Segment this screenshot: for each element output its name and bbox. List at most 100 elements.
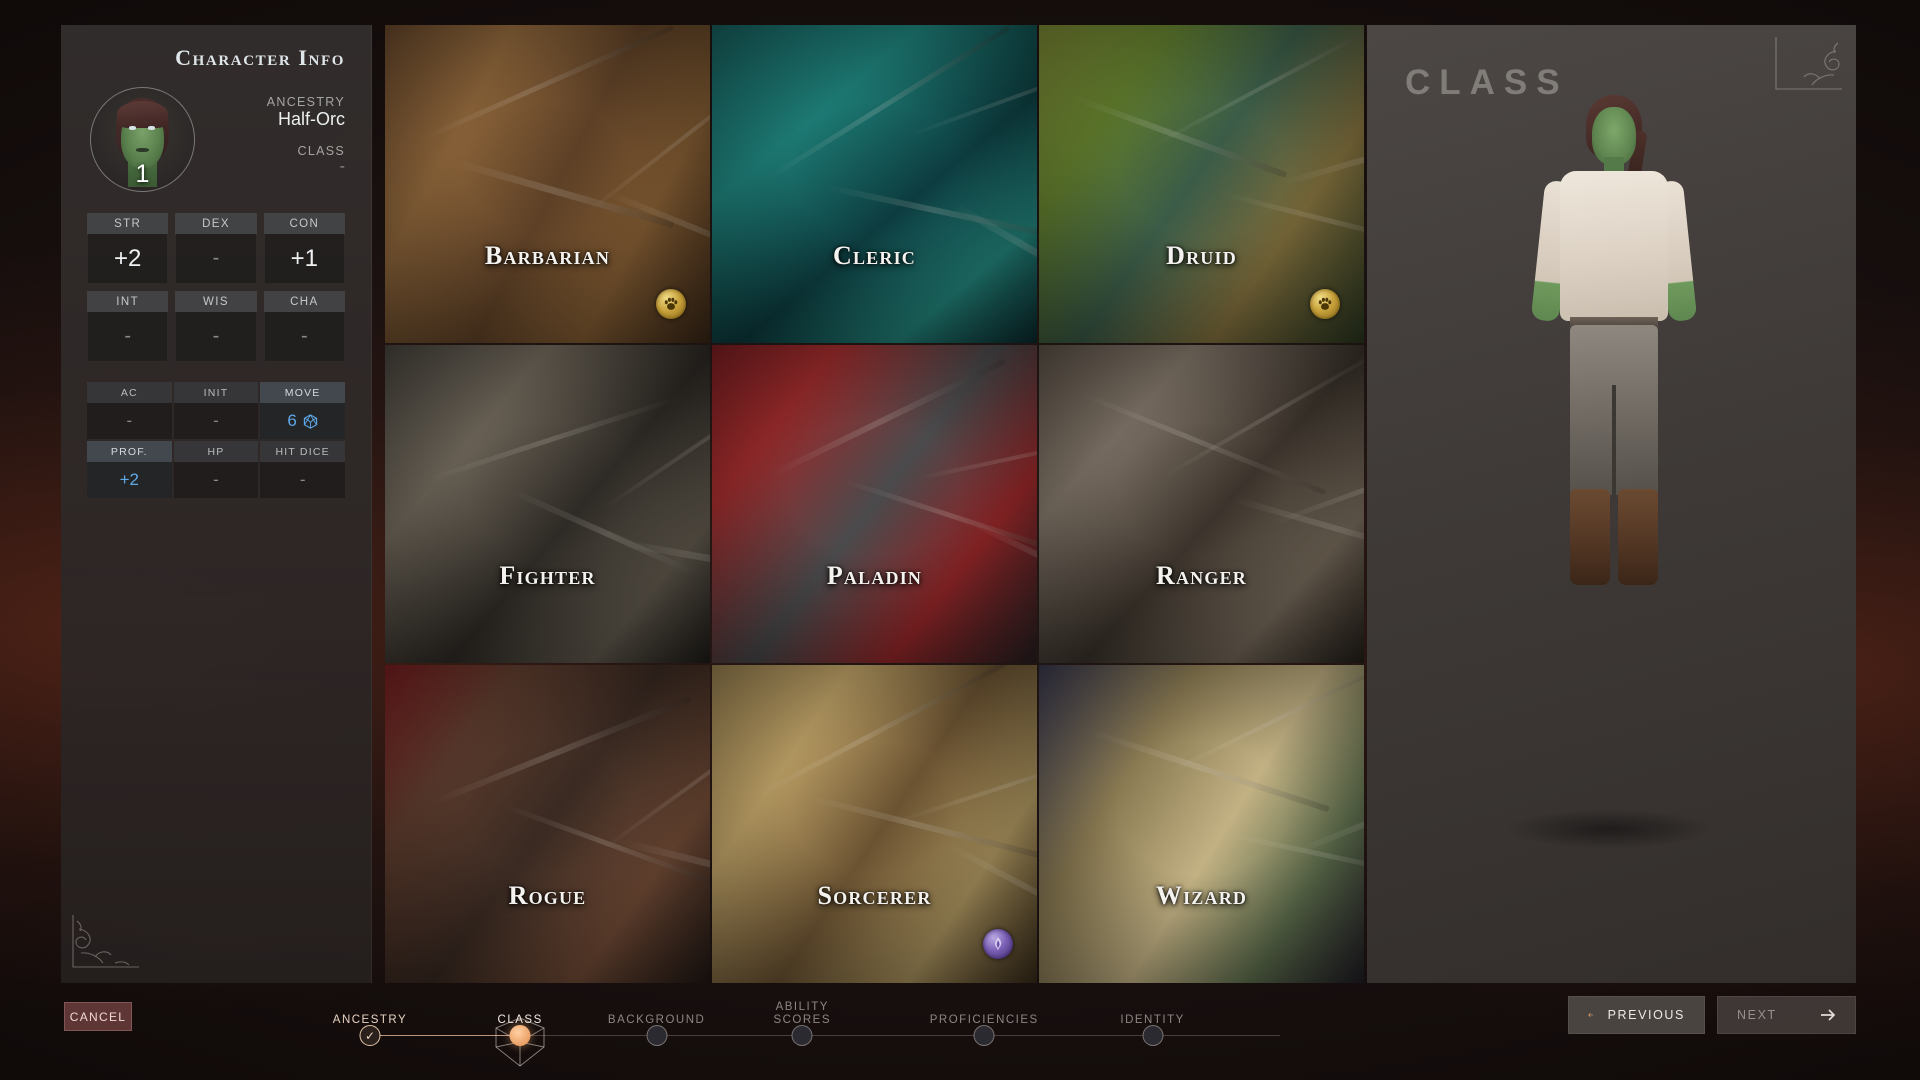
class-card-name: Druid	[1166, 241, 1237, 270]
stat-value-row: -	[260, 462, 345, 498]
stat-value: -	[299, 470, 306, 489]
ability-value: -	[175, 234, 257, 284]
next-button[interactable]: NEXT	[1717, 996, 1856, 1034]
step-background[interactable]: BACKGROUND	[582, 983, 732, 1046]
class-card-rogue[interactable]: Rogue	[385, 665, 710, 983]
stat-label: HP	[173, 441, 259, 462]
check-icon: ✓	[364, 1028, 376, 1043]
cancel-button[interactable]: CANCEL	[64, 1002, 132, 1031]
next-label: NEXT	[1737, 1008, 1777, 1022]
class-card-barbarian[interactable]: Barbarian	[385, 25, 710, 343]
ability-con: CON +1	[263, 213, 345, 284]
stat-value: -	[213, 411, 219, 430]
stat-init: INIT -	[173, 382, 259, 439]
stat-value: -	[126, 411, 133, 430]
page-title: Character Info	[175, 45, 345, 70]
step-label: IDENTITY	[1120, 1014, 1185, 1026]
step-dot: ✓	[359, 1025, 381, 1046]
step-label: ABILITY SCORES	[773, 1001, 832, 1026]
class-card-vignette	[385, 345, 710, 663]
step-label: PROFICIENCIES	[929, 1014, 1039, 1026]
class-card-name: Ranger	[1156, 561, 1247, 590]
class-card-druid[interactable]: Druid	[1039, 25, 1364, 343]
stat-hitdice: HIT DICE -	[260, 441, 345, 498]
class-card-wizard[interactable]: Wizard	[1039, 665, 1364, 983]
arrow-right-icon	[1821, 1009, 1836, 1021]
ability-label: CON	[263, 213, 345, 234]
class-card-paladin[interactable]: Paladin	[712, 345, 1037, 663]
class-card-vignette	[385, 665, 710, 983]
ability-label: STR	[87, 213, 169, 234]
identity-block: ANCESTRY Half-Orc CLASS -	[267, 93, 345, 190]
stat-move: MOVE 6	[260, 382, 345, 439]
ancestry-label: ANCESTRY	[266, 95, 345, 109]
class-card-vignette	[1039, 665, 1364, 983]
class-card-name: Wizard	[1155, 881, 1248, 910]
ability-value: -	[263, 312, 345, 362]
arrow-left-icon	[1588, 1013, 1594, 1017]
class-card-sorcerer[interactable]: Sorcerer	[712, 665, 1037, 983]
class-card-name: Barbarian	[484, 241, 611, 270]
step-identity[interactable]: IDENTITY	[1078, 983, 1228, 1046]
class-selection-grid[interactable]: Barbarian Cleric Druid Fighter Paladin Ranger…	[385, 25, 1364, 983]
avatar: 1	[90, 87, 195, 192]
magic-flame-icon	[983, 929, 1013, 959]
character-creation-screen: Character Info 1 ANCESTRY Half-Orc CLASS	[0, 0, 1920, 1080]
ability-value: +2	[87, 234, 169, 284]
stat-hp: HP -	[173, 441, 259, 498]
ability-label: DEX	[175, 213, 257, 234]
class-card-fighter[interactable]: Fighter	[385, 345, 710, 663]
stat-value: +2	[119, 470, 140, 489]
class-card-vignette	[712, 345, 1037, 663]
stat-label: INIT	[173, 382, 259, 403]
class-label: CLASS	[297, 144, 345, 158]
stat-value-row: -	[87, 403, 172, 439]
ability-cha: CHA -	[263, 291, 345, 362]
class-card-vignette	[1039, 345, 1364, 663]
step-proficiencies[interactable]: PROFICIENCIES	[909, 983, 1059, 1046]
ability-label: INT	[87, 291, 169, 312]
stat-value-row: 6	[260, 403, 345, 439]
step-ability-scores[interactable]: ABILITY SCORES	[727, 983, 877, 1046]
active-step-dot	[509, 1025, 531, 1046]
stat-value-row: +2	[87, 462, 172, 498]
ability-int: INT -	[87, 291, 169, 362]
beast-paw-icon	[656, 289, 686, 319]
creation-stepper: ANCESTRY ✓ CLASS BACKGROUND ABILITY SCORES PRO…	[333, 983, 1280, 1080]
step-dot	[646, 1025, 668, 1046]
step-class[interactable]: CLASS	[445, 983, 595, 1067]
previous-button[interactable]: PREVIOUS	[1568, 996, 1705, 1034]
stat-prof: PROF. +2	[87, 441, 172, 498]
ability-value: +1	[263, 234, 345, 284]
stat-label: PROF.	[87, 441, 172, 462]
class-card-name: Sorcerer	[817, 881, 932, 910]
character-preview-panel: CLASS	[1367, 25, 1856, 983]
class-card-cleric[interactable]: Cleric	[712, 25, 1037, 343]
step-dot	[1142, 1025, 1164, 1046]
class-card-name: Paladin	[826, 561, 923, 590]
secondary-stat-grid: AC - INIT - MOVE 6 PROF. +2 HP - HIT DICE -	[87, 382, 345, 498]
ability-str: STR +2	[87, 213, 169, 284]
stat-value-row: -	[174, 462, 259, 498]
ability-value: -	[87, 312, 169, 362]
ability-label: WIS	[175, 291, 257, 312]
stat-label: MOVE	[260, 382, 345, 403]
ability-dex: DEX -	[175, 213, 257, 284]
ancestry-value: Half-Orc	[278, 109, 345, 129]
bottom-bar: CANCEL ANCESTRY ✓ CLASS BACKGROUND ABILITY SC…	[0, 983, 1920, 1080]
class-card-name: Cleric	[833, 241, 916, 270]
level-badge: 1	[135, 160, 150, 188]
class-card-name: Rogue	[508, 881, 587, 910]
cube-icon	[303, 413, 318, 429]
ability-value: -	[175, 312, 257, 362]
step-ancestry[interactable]: ANCESTRY ✓	[295, 983, 445, 1046]
class-card-vignette	[712, 25, 1037, 343]
beast-paw-icon	[1310, 289, 1340, 319]
class-value: -	[339, 158, 345, 175]
class-card-name: Fighter	[499, 561, 596, 590]
character-model	[1482, 85, 1742, 905]
step-label: BACKGROUND	[607, 1014, 706, 1026]
class-card-ranger[interactable]: Ranger	[1039, 345, 1364, 663]
ability-score-grid: STR +2 DEX - CON +1 INT - WIS - CHA -	[87, 213, 345, 362]
stat-label: HIT DICE	[260, 441, 345, 462]
